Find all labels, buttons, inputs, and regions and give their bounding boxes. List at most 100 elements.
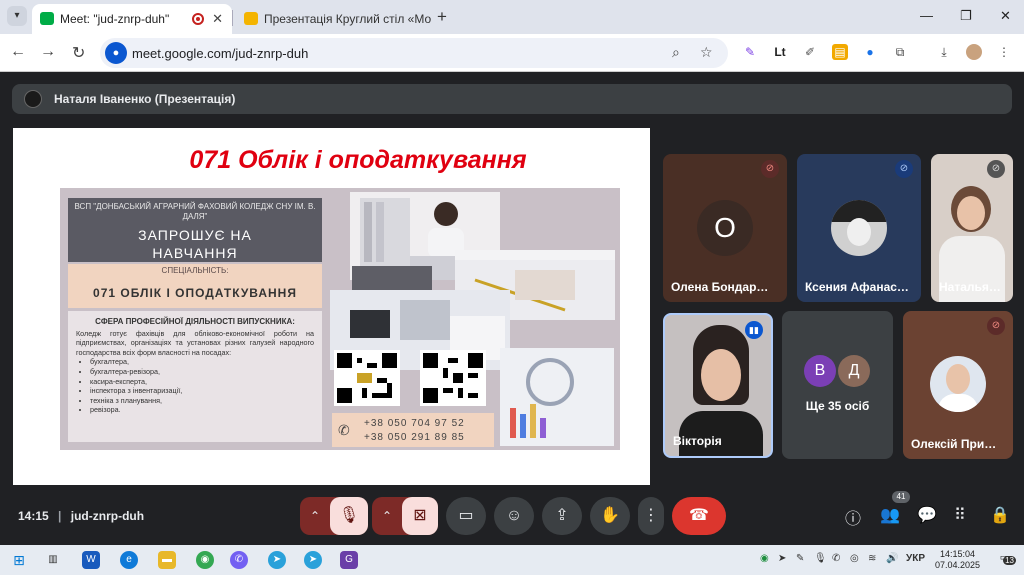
blue-dot-extension-icon[interactable]: ● [862, 44, 878, 60]
translate-extension-icon[interactable]: Lt [772, 44, 788, 60]
file-explorer-icon[interactable]: ▬ [158, 551, 176, 569]
meet-favicon-icon [40, 12, 54, 25]
participant-video-face [701, 349, 741, 401]
meeting-code: jud-znrp-duh [70, 509, 145, 523]
more-participants-tile[interactable]: В Д Ще 35 осіб [782, 311, 893, 459]
download-icon[interactable]: ⤓ [936, 44, 952, 60]
meeting-time: 14:15 [18, 509, 49, 523]
qr-code-1-image [337, 353, 397, 403]
tab-slides-title: Презентація Круглий стіл «Мо [264, 12, 432, 26]
participant-tile-oleksii[interactable]: ⊘ Олексій При… [903, 311, 1013, 459]
poster-invite-line1: ЗАПРОШУЄ НА [138, 227, 252, 243]
present-button[interactable]: ⇪ [542, 497, 582, 535]
restore-icon[interactable]: ❐ [960, 8, 972, 24]
reload-icon[interactable]: ↻ [72, 43, 85, 63]
url-text: meet.google.com/jud-znrp-duh [132, 46, 309, 61]
minimize-icon[interactable]: — [920, 8, 933, 23]
participant-tile-natalia[interactable]: ⊘ Наталья… [931, 154, 1013, 302]
participant-avatar-photo [831, 200, 887, 256]
tray-chrome-icon[interactable]: ◎ [850, 553, 859, 564]
activities-grid-icon[interactable]: ⠿ [954, 505, 966, 525]
camera-off-icon[interactable]: ⊠ [402, 497, 438, 535]
start-windows-icon[interactable]: ⊞ [10, 551, 28, 569]
taskbar-clock[interactable]: 14:15:04 07.04.2025 [935, 549, 980, 571]
extensions-puzzle-icon[interactable]: ⧉ [892, 44, 908, 60]
chat-icon[interactable]: 💬 [917, 505, 937, 525]
muted-mic-icon: ⊘ [987, 317, 1005, 335]
notification-count: 13 [1003, 556, 1016, 565]
presenter-bar: Наталя Іваненко (Презентація) [12, 84, 1012, 114]
viber-app-icon[interactable]: ✆ [230, 551, 248, 569]
tray-viber-icon[interactable]: ✆ [832, 553, 840, 564]
windows-taskbar: ⊞ ▥ W e ▬ ◉ ✆ ➤ ➤ G ◉ ➤ ✎ 🎙 ✆ ◎ ≋ 🔊 УКР … [0, 545, 1024, 575]
qr-code-2-image [423, 353, 483, 403]
participant-video-face [957, 196, 985, 230]
tray-status-icon[interactable]: ◉ [760, 553, 769, 564]
poster-sphere-text: Коледж готує фахівців для обліково-еконо… [76, 328, 314, 357]
close-window-icon[interactable]: ✕ [1000, 8, 1011, 24]
zoom-icon[interactable]: ⌕ [672, 44, 680, 61]
bookmark-star-icon[interactable]: ☆ [700, 44, 713, 61]
participant-tile-viktoriia[interactable]: ▮▮ Вікторія [663, 313, 773, 458]
telegram-app-icon[interactable]: ➤ [268, 551, 286, 569]
charts-magnifier-image [500, 348, 614, 446]
menu-dots-icon[interactable]: ⋮ [996, 44, 1012, 60]
participant-tile-kseniia[interactable]: ⊘ Ксения Афанас… [797, 154, 921, 302]
close-tab-icon[interactable]: ✕ [212, 11, 223, 27]
participant-avatar-letter: О [697, 200, 753, 256]
present-screen-icon: ⇪ [555, 507, 569, 524]
participant-name: Наталья… [939, 280, 1001, 294]
word-app-icon[interactable]: W [82, 551, 100, 569]
poster-sphere-box: СФЕРА ПРОФЕСІЙНОЇ ДІЯЛЬНОСТІ ВИПУСКНИКА:… [68, 311, 322, 442]
people-icon[interactable]: 👥 [880, 505, 900, 525]
tab-separator [232, 10, 233, 26]
qr-code-1 [334, 350, 400, 406]
profile-avatar[interactable] [966, 44, 982, 60]
telegram-second-icon[interactable]: ➤ [304, 551, 322, 569]
camera-options-chevron-icon[interactable]: ⌃ [382, 497, 392, 535]
captions-button[interactable]: ▭ [446, 497, 486, 535]
back-icon[interactable]: ← [10, 43, 26, 61]
slides-favicon-icon [244, 12, 258, 25]
reactions-button[interactable]: ☺ [494, 497, 534, 535]
muted-mic-icon: ⊘ [895, 160, 913, 178]
volume-icon[interactable]: 🔊 [886, 553, 898, 564]
slide-title: 071 Облік і оподаткування [189, 146, 527, 174]
raise-hand-button[interactable]: ✋ [590, 497, 630, 535]
browser-tabbar: ▾ Meet: "jud-znrp-duh" ✕ Презентація Кру… [0, 0, 1024, 34]
meeting-time-and-code: 14:15 | jud-znrp-duh [18, 509, 144, 523]
app-g-icon[interactable]: G [340, 551, 358, 569]
pen-extension-icon[interactable]: ✎ [742, 44, 758, 60]
brush-extension-icon[interactable]: ✐ [802, 44, 818, 60]
language-indicator[interactable]: УКР [906, 553, 925, 564]
leave-call-button[interactable]: ☎ [672, 497, 726, 535]
notifications-button[interactable]: ▭ 13 [994, 552, 1016, 568]
edge-browser-icon[interactable]: e [120, 551, 138, 569]
chrome-browser-icon[interactable]: ◉ [196, 551, 214, 569]
hand-icon: ✋ [600, 507, 620, 524]
tab-meet[interactable]: Meet: "jud-znrp-duh" ✕ [32, 4, 232, 34]
forward-icon[interactable]: → [40, 43, 56, 61]
mic-off-icon[interactable]: 🎙 [330, 497, 368, 535]
tray-telegram-icon[interactable]: ➤ [778, 553, 786, 564]
phone-icon: ✆ [338, 422, 350, 438]
wifi-icon[interactable]: ≋ [868, 553, 876, 564]
address-bar[interactable]: ● meet.google.com/jud-znrp-duh ⌕ ☆ [100, 38, 728, 68]
widgets-icon[interactable]: ▥ [44, 551, 62, 569]
notes-extension-icon[interactable]: ▤ [832, 44, 848, 60]
tab-search-button[interactable]: ▾ [7, 6, 27, 26]
meeting-info-icon[interactable]: ⓘ [845, 505, 861, 529]
more-options-button[interactable]: ⋮ [638, 497, 664, 535]
presenter-avatar [24, 90, 42, 108]
more-participants-label: Ще 35 осіб [805, 399, 870, 413]
tray-mic-icon[interactable]: 🎙 [814, 553, 827, 564]
participant-name: Вікторія [673, 434, 722, 448]
tray-pen-icon[interactable]: ✎ [796, 553, 804, 564]
microphone-permission-icon[interactable]: ● [105, 42, 127, 64]
tab-slides[interactable]: Презентація Круглий стіл «Мо [236, 4, 432, 34]
mic-options-chevron-icon[interactable]: ⌃ [310, 497, 320, 535]
new-tab-icon[interactable]: + [437, 7, 447, 27]
host-controls-lock-icon[interactable]: 🔒 [990, 505, 1010, 525]
participant-tile-olena[interactable]: ⊘ О Олена Бондар… [663, 154, 787, 302]
participant-badge: Д [838, 355, 870, 387]
